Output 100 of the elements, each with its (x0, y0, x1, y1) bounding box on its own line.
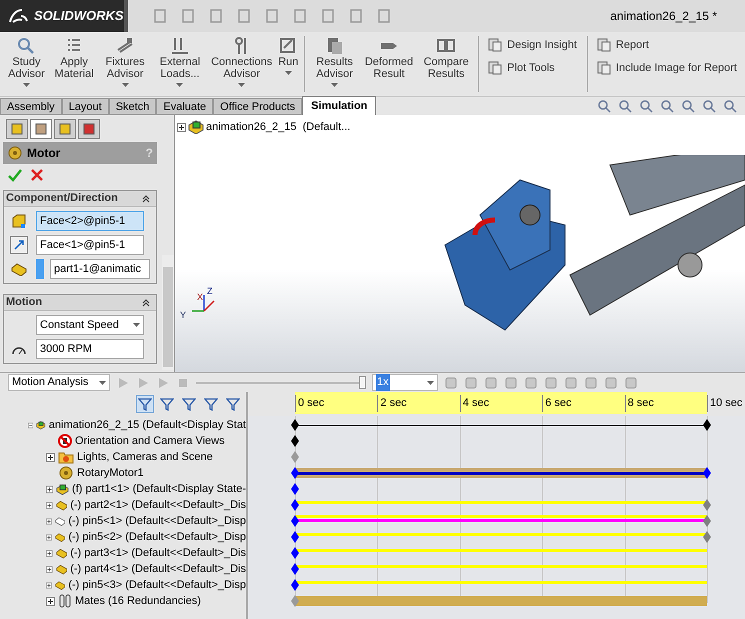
motion-type-dropdown[interactable]: Constant Speed (36, 315, 144, 335)
tab[interactable]: Office Products (213, 98, 302, 115)
study-type-dropdown[interactable]: Motion Analysis (8, 374, 110, 391)
zoom-icon[interactable] (597, 99, 611, 113)
panel-tab[interactable] (6, 119, 28, 139)
dropdown-caret-icon (22, 83, 30, 87)
tree-item[interactable]: Lights, Cameras and Scene (77, 448, 213, 466)
tab[interactable]: Sketch (108, 98, 156, 115)
time-label: 6 sec (542, 395, 572, 412)
tree-item[interactable]: (-) part2<1> (Default<<Default>_Dis (70, 496, 246, 514)
play-from-start-icon[interactable] (136, 376, 150, 390)
no-camera-icon (58, 434, 72, 448)
face-icon (11, 213, 27, 229)
expand-icon[interactable] (46, 596, 55, 606)
expand-icon[interactable] (46, 452, 55, 462)
panel-icon (58, 122, 72, 136)
scrollbar[interactable] (162, 255, 174, 370)
selection-field[interactable]: 3000 RPM (36, 339, 144, 359)
panel-icon (34, 122, 48, 136)
key-point-icon[interactable] (291, 547, 299, 559)
expand-icon[interactable] (46, 532, 52, 542)
part-icon (56, 482, 70, 496)
color-swatch[interactable] (36, 259, 44, 279)
logo-icon (8, 8, 30, 24)
tree-item[interactable]: animation26_2_15 (Default... (206, 119, 350, 136)
key-point-icon[interactable] (291, 499, 299, 511)
ribbon-button[interactable]: Deformed Result (364, 36, 414, 80)
ribbon-button[interactable]: Connections Advisor (211, 36, 272, 87)
time-slider[interactable] (196, 376, 366, 390)
section-title: Motion (6, 295, 42, 310)
ribbon-button[interactable]: Apply Material (52, 36, 96, 80)
key-point-icon[interactable] (291, 483, 299, 495)
tree-item[interactable]: (f) part1<1> (Default<Display State- (72, 480, 246, 498)
tab[interactable]: Layout (62, 98, 109, 115)
panel-icon (82, 122, 96, 136)
tree-item[interactable]: Mates (16 Redundancies) (75, 592, 201, 610)
selection-field[interactable]: Face<2>@pin5-1 (36, 211, 144, 231)
ribbon-button[interactable]: Design Insight (487, 37, 579, 54)
expand-icon[interactable] (46, 548, 53, 558)
paperclip-icon (58, 594, 72, 608)
ribbon-button[interactable]: Fixtures Advisor (101, 36, 149, 87)
ribbon-button[interactable]: Compare Results (420, 36, 472, 80)
direction-icon[interactable] (10, 236, 28, 254)
key-point-icon[interactable] (291, 467, 299, 479)
ribbon-button[interactable]: External Loads... (154, 36, 206, 87)
expand-icon[interactable] (46, 564, 53, 574)
expand-icon[interactable] (46, 500, 53, 510)
zoom-area-icon[interactable] (618, 99, 632, 113)
tree-item[interactable]: (-) pin5<1> (Default<<Default>_Disp (68, 512, 246, 530)
tree-item[interactable]: (-) pin5<2> (Default<<Default>_Disp (68, 528, 246, 546)
tree-item[interactable]: animation26_2_15 (Default<Display Stat (48, 416, 246, 434)
panel-tab[interactable] (30, 119, 52, 139)
time-label: 10 sec (707, 395, 742, 412)
filter-button[interactable] (136, 395, 154, 413)
key-point-icon[interactable] (291, 419, 299, 431)
key-point-icon[interactable] (291, 531, 299, 543)
key-point-icon[interactable] (703, 467, 711, 479)
tree-item[interactable]: (-) part4<1> (Default<<Default>_Dis (70, 560, 246, 578)
key-point-icon[interactable] (291, 515, 299, 527)
ribbon-button[interactable]: Plot Tools (487, 60, 579, 76)
ribbon-button[interactable]: Study Advisor (6, 36, 47, 87)
ribbon-button[interactable]: Include Image for Report (596, 60, 737, 76)
ribbon-button[interactable]: Results Advisor (311, 36, 358, 87)
time-label: 2 sec (377, 395, 407, 412)
slider-thumb[interactable] (359, 376, 366, 388)
speed-dropdown[interactable]: 1x (372, 374, 438, 391)
ribbon-button[interactable]: Run (278, 36, 298, 75)
tree-item[interactable]: (-) part3<1> (Default<<Default>_Dis (70, 544, 246, 562)
expand-icon[interactable] (46, 516, 52, 526)
expand-icon[interactable] (46, 580, 52, 590)
selection-field[interactable]: part1-1@animatic (50, 259, 150, 279)
panel-tab[interactable] (78, 119, 100, 139)
caret-icon (133, 323, 140, 327)
axis-label: Y (180, 309, 186, 322)
part-icon (56, 498, 68, 512)
chart-icon (487, 37, 504, 54)
key-point-icon[interactable] (291, 579, 299, 591)
key-point-icon[interactable] (291, 563, 299, 575)
collapse-icon[interactable] (142, 194, 150, 202)
panel-icon (10, 122, 24, 136)
tree-item[interactable]: (-) pin5<3> (Default<<Default>_Disp (68, 576, 246, 594)
app-logo: SOLIDWORKS (34, 7, 124, 26)
tab[interactable]: Simulation (302, 96, 376, 115)
tab[interactable]: Evaluate (156, 98, 214, 115)
expand-icon[interactable] (177, 122, 186, 132)
collapse-icon[interactable] (142, 298, 150, 306)
expand-icon[interactable] (46, 484, 54, 494)
tree-item[interactable]: RotaryMotor1 (77, 464, 144, 482)
ribbon-button[interactable]: Report (596, 37, 737, 54)
cancel-icon[interactable] (30, 168, 44, 182)
caret-icon (99, 380, 106, 384)
key-point-icon[interactable] (291, 435, 299, 447)
dropdown-caret-icon (331, 83, 338, 87)
selection-field[interactable]: Face<1>@pin5-1 (36, 235, 144, 255)
ok-icon[interactable] (8, 168, 22, 182)
part-icon (11, 262, 27, 276)
tab[interactable]: Assembly (0, 98, 62, 115)
tree-item[interactable]: Orientation and Camera Views (75, 432, 225, 450)
panel-tab[interactable] (54, 119, 76, 139)
key-point-icon[interactable] (703, 419, 711, 431)
